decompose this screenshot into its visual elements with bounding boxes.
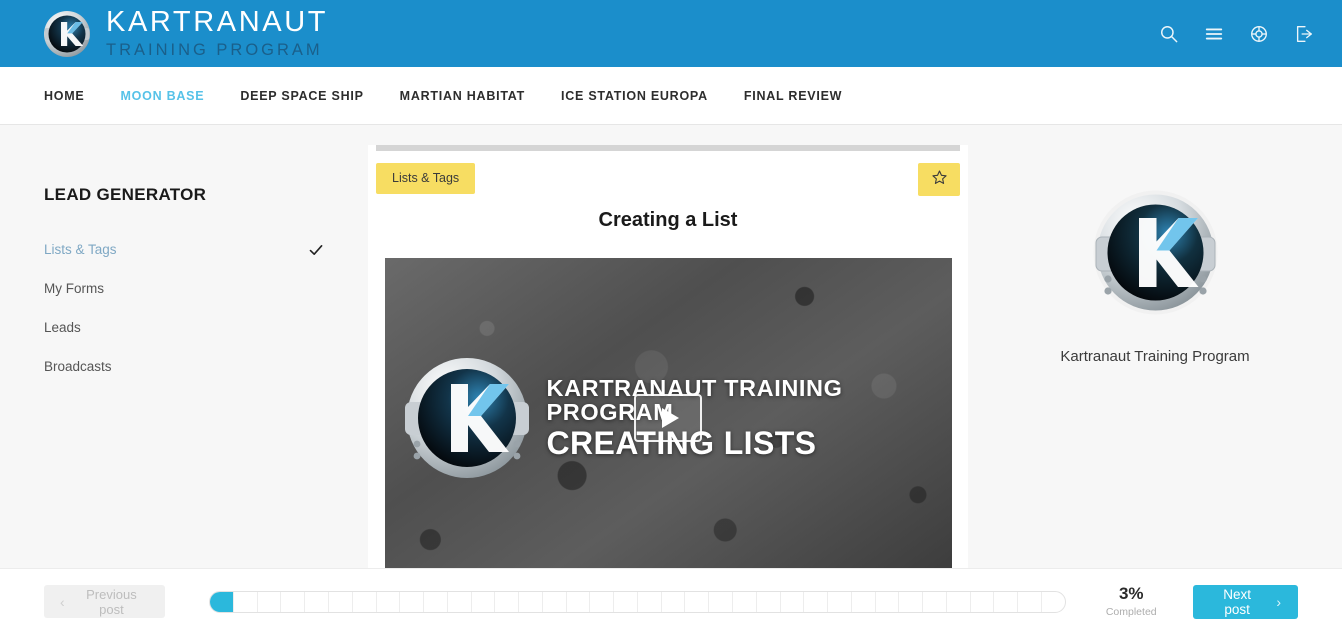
- lesson-sidebar: LEAD GENERATOR Lists & Tags My Forms Lea…: [0, 125, 368, 634]
- header-tools: [1158, 23, 1314, 44]
- lesson-content: Lists & Tags Creating a List KARTRANAUT …: [368, 125, 968, 634]
- sidebar-item-leads[interactable]: Leads: [44, 308, 324, 347]
- sidebar-item-label: My Forms: [44, 281, 104, 296]
- progress-segment: [448, 591, 472, 612]
- progress-segment: [923, 591, 947, 612]
- progress-segment: [709, 591, 733, 612]
- progress-segment: [495, 591, 520, 612]
- next-post-label: Next post: [1223, 586, 1251, 617]
- progress-segment: [377, 591, 401, 612]
- lesson-video-thumbnail[interactable]: KARTRANAUT TRAINING PROGRAM CREATING LIS…: [384, 258, 952, 578]
- previous-post-button[interactable]: ‹ Previous post: [44, 585, 166, 618]
- progress-segment: [472, 591, 496, 612]
- nav-item-martian-habitat[interactable]: MARTIAN HABITAT: [400, 89, 525, 103]
- progress-segment: [685, 591, 710, 612]
- progress-segment: [1042, 592, 1065, 612]
- play-button[interactable]: [634, 394, 702, 442]
- progress-segment: [852, 591, 876, 612]
- progress-segment: [947, 591, 971, 612]
- page-body: LEAD GENERATOR Lists & Tags My Forms Lea…: [0, 125, 1342, 634]
- progress-segment: [400, 591, 425, 612]
- menu-icon[interactable]: [1203, 23, 1224, 44]
- nav-item-final-review[interactable]: FINAL REVIEW: [744, 89, 842, 103]
- progress-segment: [519, 591, 543, 612]
- progress-segment: [662, 591, 686, 612]
- progress-segment: [424, 591, 448, 612]
- primary-nav: HOME MOON BASE DEEP SPACE SHIP MARTIAN H…: [0, 67, 1342, 125]
- progress-segment: [994, 591, 1019, 612]
- progress-segment: [258, 591, 282, 612]
- sidebar-item-my-forms[interactable]: My Forms: [44, 269, 324, 308]
- lesson-footer: ‹ Previous post 3% Completed Next post ›: [0, 568, 1342, 634]
- progress-segment: [329, 591, 353, 612]
- video-title-line-1: KARTRANAUT TRAINING PROGRAM: [546, 374, 843, 426]
- progress-segment: [781, 591, 805, 612]
- sidebar-item-lists-and-tags[interactable]: Lists & Tags: [44, 230, 324, 269]
- star-icon: [931, 169, 948, 191]
- nav-item-moon-base[interactable]: MOON BASE: [121, 89, 205, 103]
- course-title: Kartranaut Training Program: [1060, 348, 1250, 365]
- brand-title: KARTRANAUT: [106, 6, 329, 39]
- progress-segment: [971, 591, 995, 612]
- progress-segment: [567, 591, 591, 612]
- nav-item-home[interactable]: HOME: [44, 89, 85, 103]
- previous-post-label: Previous post: [86, 586, 137, 617]
- brand-wordmark: KARTRANAUT TRAINING PROGRAM: [106, 8, 328, 59]
- video-title-line-2: CREATING LISTS: [546, 424, 817, 461]
- progress-bar[interactable]: [209, 590, 1066, 613]
- progress-segment: [305, 591, 329, 612]
- chevron-left-icon: ‹: [60, 593, 65, 610]
- progress-segment: [828, 591, 852, 612]
- support-icon[interactable]: [1248, 23, 1269, 44]
- progress-segment: [804, 591, 829, 612]
- brand-logo-group[interactable]: KARTRANAUT TRAINING PROGRAM: [42, 8, 328, 59]
- progress-segment: [1018, 591, 1042, 612]
- kartranaut-helmet-logo-icon: [401, 352, 533, 484]
- favorite-button[interactable]: [918, 163, 960, 196]
- nav-item-ice-station-europa[interactable]: ICE STATION EUROPA: [561, 89, 708, 103]
- course-panel: Kartranaut Training Program: [968, 125, 1342, 634]
- sidebar-item-label: Lists & Tags: [44, 242, 117, 257]
- progress-percent-block: 3% Completed: [1096, 585, 1167, 618]
- sidebar-title: LEAD GENERATOR: [44, 185, 207, 204]
- progress-segment: [281, 591, 306, 612]
- progress-segment: [353, 591, 377, 612]
- progress-segment: [543, 591, 567, 612]
- progress-segment: [733, 591, 757, 612]
- kartranaut-helmet-logo-icon: [42, 9, 92, 59]
- nav-item-deep-space-ship[interactable]: DEEP SPACE SHIP: [240, 89, 363, 103]
- progress-segment: [614, 591, 638, 612]
- brand-subtitle: TRAINING PROGRAM: [106, 41, 323, 60]
- progress-segment: [638, 591, 662, 612]
- progress-segment: [899, 591, 924, 612]
- progress-segment: [210, 591, 234, 612]
- lesson-card: Lists & Tags Creating a List KARTRANAUT …: [368, 145, 968, 578]
- logout-icon[interactable]: [1293, 23, 1314, 44]
- progress-segment: [876, 591, 900, 612]
- next-post-button[interactable]: Next post ›: [1192, 584, 1298, 619]
- sidebar-item-label: Leads: [44, 320, 81, 335]
- sidebar-item-broadcasts[interactable]: Broadcasts: [44, 347, 324, 386]
- progress-caption: Completed: [1105, 605, 1157, 618]
- progress-segment: [590, 591, 615, 612]
- chevron-right-icon: ›: [1276, 593, 1281, 610]
- page-title: Creating a List: [598, 209, 738, 231]
- app-header: KARTRANAUT TRAINING PROGRAM: [0, 0, 1342, 67]
- check-icon: [308, 242, 324, 258]
- search-icon[interactable]: [1158, 23, 1179, 44]
- sidebar-item-label: Broadcasts: [44, 359, 112, 374]
- card-chip-row: Lists & Tags: [368, 151, 968, 203]
- video-title-block: KARTRANAUT TRAINING PROGRAM CREATING LIS…: [546, 374, 952, 461]
- course-progress: [209, 590, 1066, 613]
- lesson-tag-badge[interactable]: Lists & Tags: [376, 163, 476, 194]
- kartranaut-helmet-logo-icon: [1088, 185, 1223, 320]
- progress-segment: [757, 591, 781, 612]
- progress-segment: [234, 591, 258, 612]
- play-icon: [661, 408, 679, 428]
- progress-percent: 3%: [1118, 584, 1144, 604]
